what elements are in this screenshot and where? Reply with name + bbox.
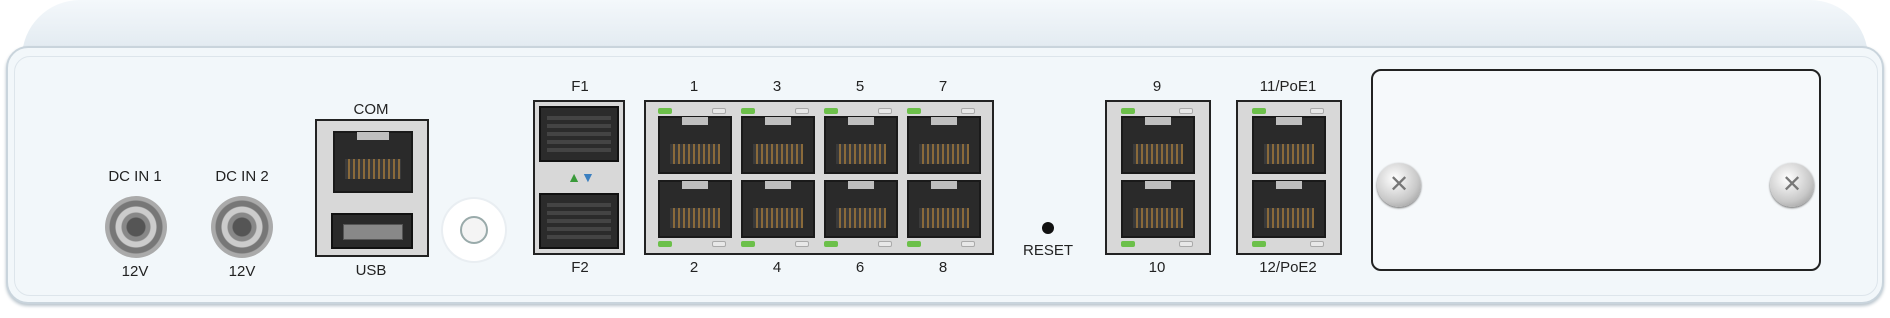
- port-3[interactable]: [741, 116, 815, 174]
- com-usb-frame: [315, 119, 429, 257]
- port-1[interactable]: [658, 116, 732, 174]
- com-port[interactable]: [333, 131, 413, 193]
- sfp-f2-label: F2: [571, 259, 589, 276]
- screw-icon[interactable]: ✕: [1377, 163, 1421, 207]
- port-10[interactable]: [1121, 180, 1195, 238]
- ethernet-block-1-8: [644, 100, 994, 255]
- dc-in-2-label: DC IN 2: [215, 168, 269, 185]
- com-label: COM: [353, 101, 389, 118]
- ethernet-block-9-10: [1105, 100, 1211, 255]
- port-2-label: 2: [689, 259, 699, 276]
- dc-in-2-jack[interactable]: [211, 196, 273, 258]
- sfp-cage: ▲▼: [533, 100, 625, 255]
- dc-in-2-voltage: 12V: [228, 263, 256, 280]
- port-11-label: 11/PoE1: [1259, 78, 1317, 95]
- sfp-f1-label: F1: [571, 78, 589, 95]
- port-8-label: 8: [938, 259, 948, 276]
- sfp-arrow-icons: ▲▼: [567, 169, 595, 185]
- port-3-label: 3: [772, 78, 782, 95]
- port-7[interactable]: [907, 116, 981, 174]
- port-4-label: 4: [772, 259, 782, 276]
- port-11-poe1[interactable]: [1252, 116, 1326, 174]
- port-6-label: 6: [855, 259, 865, 276]
- reset-button[interactable]: [1042, 222, 1054, 234]
- ethernet-block-11-12: [1236, 100, 1342, 255]
- usb-port[interactable]: [331, 213, 413, 249]
- port-2[interactable]: [658, 180, 732, 238]
- dc-in-1-voltage: 12V: [121, 263, 149, 280]
- port-10-label: 10: [1148, 259, 1166, 276]
- sfp-port-f2[interactable]: [539, 193, 619, 249]
- port-8[interactable]: [907, 180, 981, 238]
- power-button-icon[interactable]: [443, 199, 505, 261]
- port-1-label: 1: [689, 78, 699, 95]
- port-4[interactable]: [741, 180, 815, 238]
- usb-label: USB: [355, 262, 387, 279]
- screw-icon[interactable]: ✕: [1770, 163, 1814, 207]
- port-5[interactable]: [824, 116, 898, 174]
- port-12-poe2[interactable]: [1252, 180, 1326, 238]
- port-9-label: 9: [1152, 78, 1162, 95]
- reset-label: RESET: [1022, 242, 1073, 259]
- port-7-label: 7: [938, 78, 948, 95]
- port-9[interactable]: [1121, 116, 1195, 174]
- port-5-label: 5: [855, 78, 865, 95]
- port-6[interactable]: [824, 180, 898, 238]
- sfp-port-f1[interactable]: [539, 106, 619, 162]
- dc-in-1-jack[interactable]: [105, 196, 167, 258]
- port-12-label: 12/PoE2: [1259, 259, 1317, 276]
- expansion-bay-cover: ✕ ✕: [1371, 69, 1821, 271]
- dc-in-1-label: DC IN 1: [108, 168, 162, 185]
